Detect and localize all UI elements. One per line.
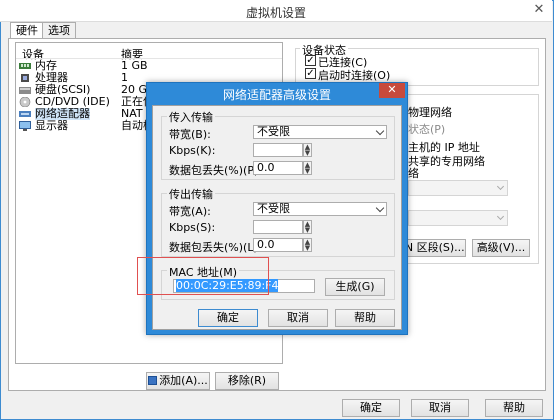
incoming-bandwidth-value: 不受限 [257,125,290,138]
incoming-kbps-label: Kbps(K): [169,144,216,157]
incoming-loss-spinner[interactable]: ▲ ▼ [303,161,312,175]
window-title: 虚拟机设置 [245,6,306,20]
connected-checkbox[interactable]: ✓ [305,55,316,66]
advanced-adapter-dialog: 网络适配器高级设置 ✕ 传入传输 带宽(B): 不受限 Kbps(K): ▲ ▼ … [146,82,408,335]
custom-label-fragment: 络 [408,167,419,180]
outgoing-loss-label: 数据包丢失(%)(L): [169,241,262,254]
help-button[interactable]: 帮助 [485,399,543,417]
outgoing-transfer-title: 传出传输 [167,186,215,202]
chevron-down-icon [375,126,385,136]
advanced-button[interactable]: 高级(V)... [472,239,530,257]
dialog-body: 传入传输 带宽(B): 不受限 Kbps(K): ▲ ▼ 数据包丢失(%)(P) … [152,105,402,330]
generate-mac-button[interactable]: 生成(G) [325,278,385,296]
annotation-highlight-box [137,257,269,295]
device-name: 显示器 [35,119,68,132]
replicate-state-label-fragment: 状态(P) [408,123,446,136]
bridged-label-fragment: 物理网络 [408,106,452,119]
outgoing-bandwidth-select[interactable]: 不受限 [253,202,387,216]
incoming-kbps-spinner[interactable]: ▲ ▼ [303,143,312,157]
host-only-label-fragment: 共享的专用网络 [408,155,485,168]
connect-at-power-on-checkbox[interactable]: ✓ [305,68,316,79]
cd-dvd-icon [19,97,31,107]
window-titlebar: 虚拟机设置 ✕ [0,0,552,22]
window-close-button[interactable]: ✕ [530,2,548,18]
outgoing-bandwidth-label: 带宽(A): [169,205,211,218]
remove-device-button[interactable]: 移除(R) [215,372,279,390]
custom-network-combo[interactable] [408,180,508,196]
incoming-loss-label: 数据包丢失(%)(P) [169,164,259,177]
tab-hardware[interactable]: 硬件 [10,22,44,39]
incoming-bandwidth-label: 带宽(B): [169,128,211,141]
dialog-ok-button[interactable]: 确定 [198,309,258,327]
outgoing-kbps-label: Kbps(S): [169,221,216,234]
shield-icon [148,376,158,385]
outgoing-kbps-spinner[interactable]: ▲ ▼ [303,220,312,234]
ok-button[interactable]: 确定 [342,399,400,417]
dialog-close-button[interactable]: ✕ [379,83,405,98]
outgoing-bandwidth-value: 不受限 [257,202,290,215]
incoming-kbps-input[interactable] [253,143,303,157]
dialog-help-button[interactable]: 帮助 [335,309,395,327]
incoming-transfer-title: 传入传输 [167,109,215,125]
outgoing-loss-input[interactable]: 0.0 [253,238,303,252]
outgoing-kbps-input[interactable] [253,220,303,234]
outgoing-loss-spinner[interactable]: ▲ ▼ [303,238,312,252]
hard-disk-icon [19,87,31,94]
incoming-bandwidth-select[interactable]: 不受限 [253,125,387,139]
network-adapter-icon [19,111,31,117]
lan-segment-combo[interactable] [408,210,508,226]
processor-icon [21,74,29,82]
add-device-button[interactable]: 添加(A)... [146,372,210,390]
chevron-down-icon [375,203,385,213]
display-icon [19,121,31,131]
tab-options[interactable]: 选项 [42,22,76,38]
chevron-down-icon [496,212,505,221]
dialog-title: 网络适配器高级设置 [222,88,331,102]
cancel-button[interactable]: 取消 [411,399,469,417]
memory-icon [19,63,31,69]
connect-at-power-on-label: 启动时连接(O) [318,69,391,82]
dialog-cancel-button[interactable]: 取消 [268,309,328,327]
add-button-label: 添加(A)... [159,374,208,387]
incoming-loss-input[interactable]: 0.0 [253,161,303,175]
chevron-down-icon [496,182,505,191]
